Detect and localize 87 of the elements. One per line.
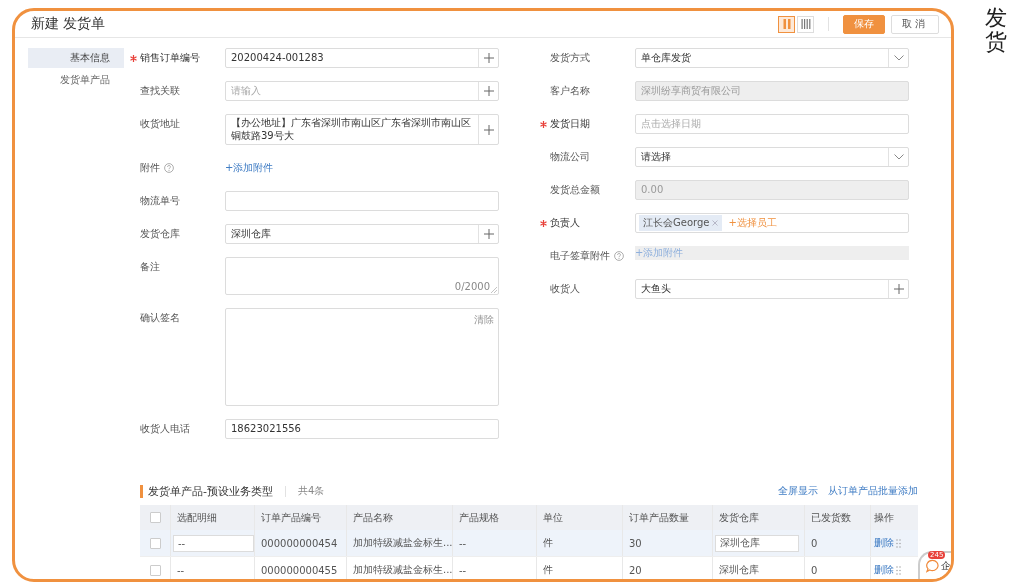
field-label: 收货地址 xyxy=(140,117,180,131)
column-header: 订单产品编号 xyxy=(261,510,321,525)
char-counter: 0/2000 xyxy=(454,281,490,292)
field-label: 电子签章附件 xyxy=(550,249,624,263)
table-row[interactable]: -- 000000000454 加加特级减盐金标生... -- 件 30 深圳仓库 0 删除 xyxy=(140,530,918,557)
row-checkbox[interactable] xyxy=(149,564,161,576)
plus-icon xyxy=(483,124,494,135)
select-field[interactable]: 单仓库发货 xyxy=(635,48,909,68)
delete-link[interactable]: 删除 xyxy=(874,536,894,550)
table-cell: -- xyxy=(177,564,185,576)
field-label: 负责人 xyxy=(540,216,580,230)
field-label: 物流公司 xyxy=(550,150,590,164)
table-cell: 件 xyxy=(543,536,553,550)
owner-field[interactable]: 江长会George +选择员工 xyxy=(635,213,909,233)
column-header: 产品名称 xyxy=(353,510,393,525)
layout-toggle[interactable] xyxy=(778,15,795,33)
table-cell: 0 xyxy=(811,564,818,576)
remarks-textarea[interactable]: 0/2000 xyxy=(225,257,499,295)
column-header: 发货仓库 xyxy=(719,510,759,525)
input-field[interactable]: 20200424-001283 xyxy=(225,48,499,68)
table-cell: 深圳仓库 xyxy=(719,563,759,577)
plus-icon xyxy=(483,229,494,239)
column-header: 订单产品数量 xyxy=(629,510,689,525)
select-all-checkbox[interactable] xyxy=(149,512,161,523)
table-cell: 0 xyxy=(811,537,818,549)
table-cell: 件 xyxy=(543,563,553,577)
drag-handle-icon[interactable] xyxy=(896,565,901,575)
person-tag[interactable]: 江长会George xyxy=(639,215,723,231)
field-label: 发货仓库 xyxy=(140,227,180,241)
item-count: 共4条 xyxy=(298,484,325,498)
delete-link[interactable]: 删除 xyxy=(874,563,894,577)
field-label: 客户名称 xyxy=(550,84,590,98)
side-caption: 发货 xyxy=(985,6,1007,57)
field-label: 确认签名 xyxy=(140,311,180,325)
close-icon[interactable] xyxy=(712,220,719,226)
table-action-link[interactable]: 全屏显示 xyxy=(778,484,818,498)
input-field[interactable]: 大鱼头 xyxy=(635,279,909,299)
field-label: 发货总金额 xyxy=(550,183,600,197)
chevron-down-icon xyxy=(893,154,904,160)
table-cell: 加加特级减盐金标生... xyxy=(353,563,453,577)
input-field[interactable]: 18623021556 xyxy=(225,419,499,439)
table-cell: 30 xyxy=(629,537,642,549)
table-cell: 000000000455 xyxy=(261,564,338,576)
row-checkbox[interactable] xyxy=(149,537,161,549)
field-label: 备注 xyxy=(140,260,160,274)
field-label: 发货方式 xyxy=(550,51,590,65)
column-header: 产品规格 xyxy=(459,510,499,525)
column-header: 已发货数 xyxy=(811,510,851,525)
chat-label: 企 xyxy=(941,559,951,573)
table-cell: -- xyxy=(459,537,467,549)
select-field[interactable]: 请选择 xyxy=(635,147,909,167)
table-cell: 000000000454 xyxy=(261,537,338,549)
cell-input[interactable]: -- xyxy=(173,534,254,552)
input-field[interactable]: 深圳仓库 xyxy=(225,224,499,244)
field-label: 附件 xyxy=(140,161,174,175)
plus-icon xyxy=(483,53,494,63)
four-bars-icon xyxy=(800,19,811,29)
table-cell: 加加特级减盐金标生... xyxy=(353,536,453,550)
input-field[interactable]: 【办公地址】广东省深圳市南山区广东省深圳市南山区铜鼓路39号大 xyxy=(225,114,499,145)
table-action-link[interactable]: 从订单产品批量添加 xyxy=(828,484,918,498)
field-label: 物流单号 xyxy=(140,194,180,208)
field-label: 销售订单编号 xyxy=(130,51,200,65)
two-bars-icon xyxy=(781,19,792,29)
cell-input[interactable]: 深圳仓库 xyxy=(715,534,799,552)
chevron-down-icon xyxy=(893,55,904,61)
drag-handle-icon[interactable] xyxy=(896,538,901,548)
field-label: 发货日期 xyxy=(540,117,590,131)
table-row[interactable]: -- 000000000455 加加特级减盐金标生... -- 件 20 深圳仓库 0 删除 xyxy=(140,557,918,579)
plus-icon xyxy=(893,284,904,294)
section-title: 发货单产品-预设业务类型 xyxy=(148,483,273,499)
window-title: 新建 发货单 xyxy=(31,15,106,33)
nav-item[interactable]: 基本信息 xyxy=(28,48,124,68)
resize-grip-icon[interactable] xyxy=(491,287,497,293)
column-header: 选配明细 xyxy=(177,510,217,525)
cancel-button[interactable]: 取消 xyxy=(891,14,939,34)
add-attachment-link[interactable]: +添加附件 xyxy=(225,158,499,178)
field-label: 查找关联 xyxy=(140,84,180,98)
field-label: 收货人电话 xyxy=(140,422,190,436)
field-label: 收货人 xyxy=(550,282,580,296)
input-field[interactable] xyxy=(225,191,499,211)
column-header: 单位 xyxy=(543,510,563,525)
table-cell: -- xyxy=(459,564,467,576)
nav-item[interactable]: 发货单产品 xyxy=(28,70,124,90)
column-header: 操作 xyxy=(874,510,894,525)
chat-bubble-icon xyxy=(926,559,939,573)
plus-icon xyxy=(483,86,494,96)
table-cell: 20 xyxy=(629,564,642,576)
